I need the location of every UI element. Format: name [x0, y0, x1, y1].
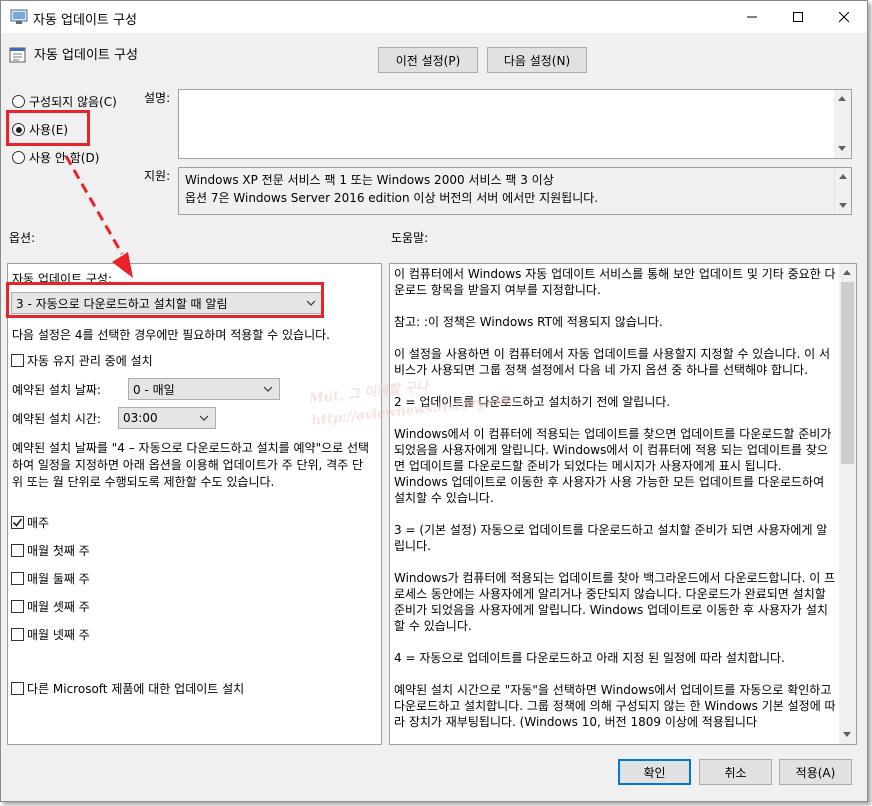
ok-button[interactable]: 확인: [618, 759, 691, 785]
fourth-week-label: 매월 넷째 주: [27, 628, 90, 642]
install-time-value: 03:00: [123, 411, 158, 425]
help-paragraph: 이 설정을 사용하면 이 컴퓨터에서 자동 업데이트를 사용할지 지정할 수 있…: [394, 347, 830, 377]
help-label: 도움말:: [391, 231, 429, 245]
help-paragraph: 4 = 자동으로 업데이트를 다운로드하고 아래 지정 된 일정에 따라 설치합…: [394, 651, 785, 665]
every-week-box[interactable]: [11, 516, 24, 529]
every-week-label: 매주: [27, 516, 50, 530]
maintenance-install-box[interactable]: [11, 354, 24, 367]
install-time-dropdown[interactable]: 03:00: [118, 407, 216, 429]
setting-title: 자동 업데이트 구성: [34, 48, 138, 63]
previous-setting-button[interactable]: 이전 설정(P): [378, 47, 478, 73]
scroll-up-icon[interactable]: [838, 96, 846, 101]
help-paragraph: 3 = (기본 설정) 자동으로 업데이트를 다운로드하고 설치할 준비가 되면…: [394, 523, 828, 553]
supported-on-label: 지원:: [144, 169, 171, 183]
help-scrollbar[interactable]: [839, 264, 856, 744]
help-paragraph: 예약된 설치 시간으로 "자동"을 선택하면 Windows에서 업데이트를 자…: [394, 683, 836, 729]
second-week-label: 매월 둘째 주: [27, 572, 90, 586]
radio-not-configured-circle[interactable]: [12, 95, 25, 108]
note-text: 다음 설정은 4를 선택한 경우에만 필요하며 적용할 수 있습니다.: [12, 328, 330, 342]
chevron-down-icon: [263, 386, 273, 392]
highlight-enabled-option: [6, 110, 90, 146]
first-week-checkbox[interactable]: 매월 첫째 주: [11, 542, 90, 559]
help-paragraph: 참고: :이 정책은 Windows RT에 적용되지 않습니다.: [394, 315, 663, 329]
install-time-label: 예약된 설치 시간:: [12, 412, 101, 426]
maximize-button[interactable]: [775, 1, 821, 33]
schedule-paragraph: 예약된 설치 날짜를 "4 – 자동으로 다운로드하고 설치를 예약"으로 선택…: [12, 441, 370, 489]
close-button[interactable]: [821, 1, 867, 33]
policy-setting-icon: [9, 47, 26, 63]
policy-app-icon: [10, 9, 28, 24]
help-paragraph: Windows에서 이 컴퓨터에 적용되는 업데이트를 찾으면 업데이트를 다운…: [394, 427, 832, 505]
options-label: 옵션:: [9, 231, 36, 245]
description-scrollbar[interactable]: [834, 90, 851, 158]
supported-on-line-2: 옵션 7은 Windows Server 2016 edition 이상 버전의…: [185, 191, 599, 205]
first-week-box[interactable]: [11, 544, 24, 557]
supported-on-box: Windows XP 전문 서비스 팩 1 또는 Windows 2000 서비…: [178, 167, 852, 215]
help-paragraph: 이 컴퓨터에서 Windows 자동 업데이트 서비스를 통해 보안 업데이트 …: [394, 267, 836, 297]
title-bar[interactable]: 자동 업데이트 구성: [1, 1, 867, 33]
description-textarea[interactable]: [178, 89, 852, 159]
radio-disabled[interactable]: 사용 안 함(D): [12, 149, 99, 166]
scroll-down-icon[interactable]: [839, 203, 847, 208]
next-setting-button[interactable]: 다음 설정(N): [487, 47, 587, 73]
other-products-checkbox[interactable]: 다른 Microsoft 제품에 대한 업데이트 설치: [11, 680, 244, 697]
first-week-label: 매월 첫째 주: [27, 544, 90, 558]
fourth-week-box[interactable]: [11, 628, 24, 641]
third-week-box[interactable]: [11, 600, 24, 613]
apply-button[interactable]: 적용(A): [779, 759, 852, 785]
help-paragraph: Windows가 컴퓨터에 적용되는 업데이트를 찾아 백그라운드에서 다운로드…: [394, 571, 836, 633]
maintenance-install-label: 자동 유지 관리 중에 설치: [27, 354, 153, 368]
options-panel: 자동 업데이트 구성: 3 - 자동으로 다운로드하고 설치할 때 알림 다음 …: [7, 263, 382, 745]
maintenance-install-checkbox[interactable]: 자동 유지 관리 중에 설치: [11, 352, 153, 369]
chevron-down-icon: [199, 415, 209, 421]
highlight-configure-dropdown: [6, 282, 324, 318]
maximize-icon: [793, 12, 803, 22]
fourth-week-checkbox[interactable]: 매월 넷째 주: [11, 626, 90, 643]
minimize-button[interactable]: [729, 1, 775, 33]
policy-dialog: 자동 업데이트 구성 자동 업데이트 구성 이전 설정(P) 다음 설정(N) …: [0, 0, 868, 802]
scroll-up-icon[interactable]: [839, 174, 847, 179]
third-week-label: 매월 셋째 주: [27, 600, 90, 614]
scroll-down-icon[interactable]: [838, 146, 846, 151]
radio-not-configured[interactable]: 구성되지 않음(C): [12, 93, 117, 110]
help-panel[interactable]: 이 컴퓨터에서 Windows 자동 업데이트 서비스를 통해 보안 업데이트 …: [389, 263, 857, 745]
supported-on-scrollbar[interactable]: [834, 168, 851, 214]
description-label: 설명:: [144, 91, 171, 105]
checkmark-icon: [12, 518, 23, 527]
second-week-box[interactable]: [11, 572, 24, 585]
close-icon: [839, 12, 849, 22]
every-week-checkbox[interactable]: 매주: [11, 514, 49, 531]
window-title: 자동 업데이트 구성: [33, 13, 137, 28]
scroll-down-icon[interactable]: [843, 732, 851, 737]
help-text: 이 컴퓨터에서 Windows 자동 업데이트 서비스를 통해 보안 업데이트 …: [394, 266, 838, 744]
radio-disabled-circle[interactable]: [12, 151, 25, 164]
radio-disabled-label: 사용 안 함(D): [29, 151, 100, 165]
help-paragraph: 2 = 업데이트를 다운로드하고 설치하기 전에 알립니다.: [394, 395, 671, 409]
install-day-value: 0 - 매일: [133, 382, 175, 397]
install-day-dropdown[interactable]: 0 - 매일: [128, 378, 280, 400]
radio-not-configured-label: 구성되지 않음(C): [29, 95, 117, 109]
supported-on-line-1: Windows XP 전문 서비스 팩 1 또는 Windows 2000 서비…: [185, 173, 554, 187]
minimize-icon: [747, 16, 757, 18]
other-products-box[interactable]: [11, 682, 24, 695]
scroll-up-icon[interactable]: [843, 270, 851, 275]
other-products-label: 다른 Microsoft 제품에 대한 업데이트 설치: [27, 682, 245, 696]
second-week-checkbox[interactable]: 매월 둘째 주: [11, 570, 90, 587]
install-day-label: 예약된 설치 날짜:: [12, 383, 101, 397]
help-scroll-thumb[interactable]: [841, 282, 854, 464]
cancel-button[interactable]: 취소: [699, 759, 772, 785]
third-week-checkbox[interactable]: 매월 셋째 주: [11, 598, 90, 615]
